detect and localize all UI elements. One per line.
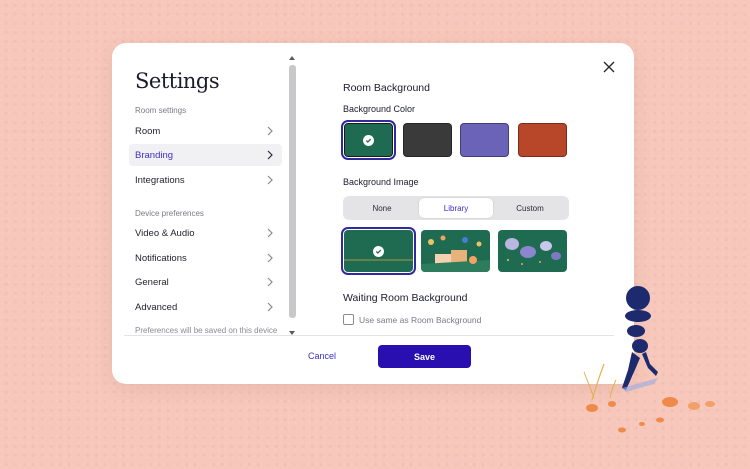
sidebar-item-integrations[interactable]: Integrations [129,169,282,191]
section-label-device-preferences: Device preferences [135,209,204,218]
sidebar-item-label: General [135,276,169,288]
tab-custom[interactable]: Custom [493,198,567,218]
background-color-label: Background Color [343,104,416,114]
tab-none[interactable]: None [345,198,419,218]
chevron-right-icon [267,126,273,136]
scroll-up-arrow-icon[interactable] [289,56,295,60]
sidebar-item-branding[interactable]: Branding [129,144,282,166]
chevron-right-icon [267,277,273,287]
chevron-right-icon [267,150,273,160]
save-button[interactable]: Save [378,345,471,368]
tab-library[interactable]: Library [419,198,493,218]
scrollbar-thumb[interactable] [289,65,296,318]
cancel-button[interactable]: Cancel [292,345,352,367]
same-as-room-checkbox[interactable] [343,314,354,325]
settings-dialog: Settings Room settings Room Branding Int… [112,43,634,384]
sidebar-item-label: Branding [135,149,174,161]
color-swatch-charcoal[interactable] [403,123,452,157]
sidebar-item-room[interactable]: Room [129,120,282,142]
sidebar-item-label: Integrations [135,174,185,186]
background-image-label: Background Image [343,177,419,187]
waiting-room-background-heading: Waiting Room Background [343,292,468,304]
room-background-heading: Room Background [343,82,430,94]
sidebar-item-notifications[interactable]: Notifications [129,247,282,269]
color-swatch-rust[interactable] [518,123,567,157]
library-image-balloons-scene[interactable] [421,230,490,272]
color-swatch-purple[interactable] [460,123,509,157]
chevron-right-icon [267,175,273,185]
color-swatch-green[interactable] [341,120,396,160]
check-icon [373,245,384,257]
same-as-room-label: Use same as Room Background [359,315,482,325]
chevron-right-icon [267,228,273,238]
sidebar-scrollbar[interactable] [288,55,297,335]
sidebar-item-video-audio[interactable]: Video & Audio [129,222,282,244]
sidebar-item-label: Advanced [135,301,178,313]
sidebar-item-label: Room [135,125,161,137]
stacked-stones-figure-illustration [583,286,715,433]
sidebar-item-advanced[interactable]: Advanced [129,296,282,318]
preferences-footnote: Preferences will be saved on this device [135,326,278,335]
sidebar-item-label: Video & Audio [135,227,195,239]
library-image-rocks-scene[interactable] [498,230,567,272]
dialog-title: Settings [135,69,220,93]
settings-sidebar: Settings Room settings Room Branding Int… [112,43,300,335]
sidebar-item-label: Notifications [135,252,187,264]
sidebar-item-general[interactable]: General [129,271,282,293]
chevron-right-icon [267,302,273,312]
library-image-plain-green[interactable] [341,227,416,275]
footer-divider [124,335,614,336]
section-label-room-settings: Room settings [135,106,187,115]
background-image-tabs: None Library Custom [343,196,569,220]
chevron-right-icon [267,253,273,263]
check-icon [363,134,374,146]
